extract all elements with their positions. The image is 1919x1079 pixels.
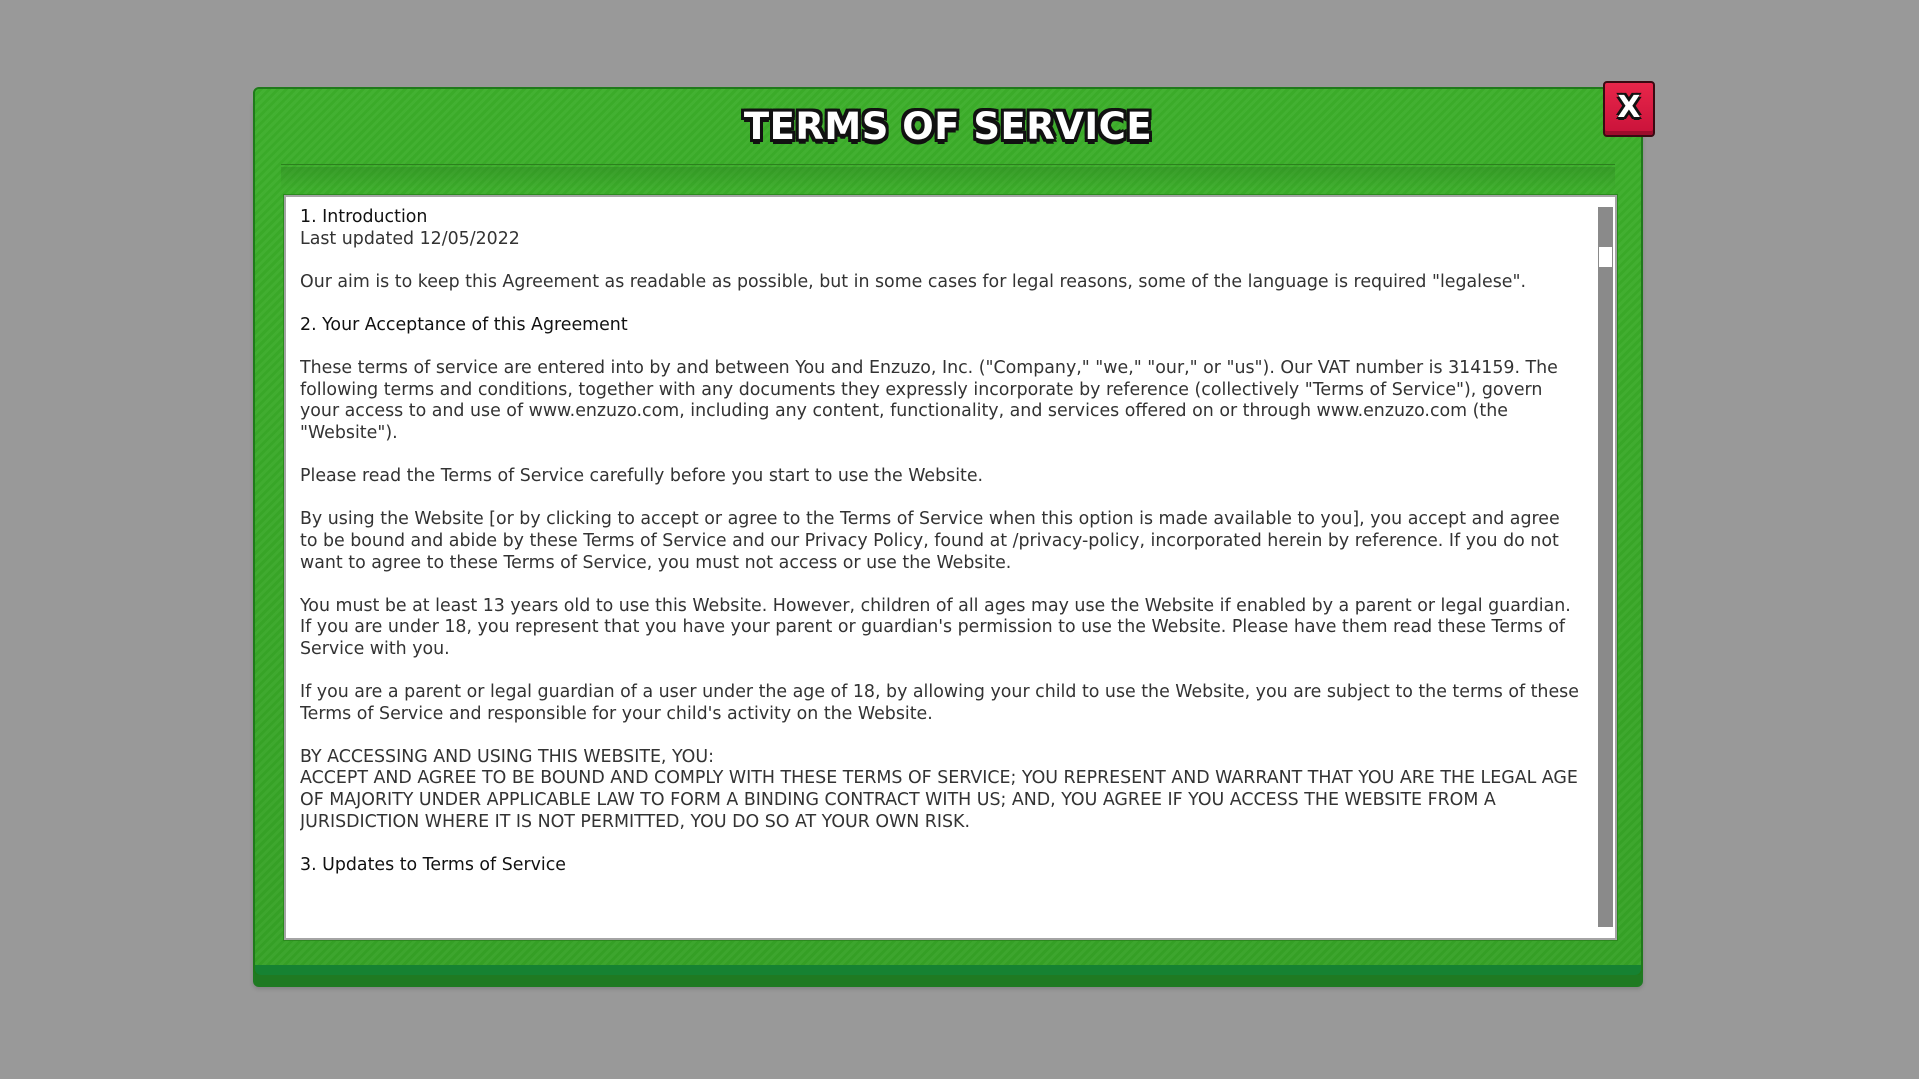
terms-entered-paragraph: These terms of service are entered into … <box>300 358 1558 443</box>
age-requirement-paragraph: You must be at least 13 years old to use… <box>300 595 1571 659</box>
read-carefully-paragraph: Please read the Terms of Service careful… <box>300 466 984 487</box>
terms-content-panel: 1. Introduction Last updated 12/05/2022 … <box>284 195 1617 940</box>
close-button[interactable]: X <box>1603 81 1655 137</box>
header-divider <box>281 164 1615 165</box>
section-heading-acceptance: 2. Your Acceptance of this Agreement <box>300 314 628 335</box>
last-updated-text: Last updated 12/05/2022 <box>300 228 520 249</box>
scrollbar-track[interactable] <box>1598 207 1613 927</box>
terms-dialog: TERMS OF SERVICE 1. Introduction Last up… <box>253 87 1643 975</box>
parent-guardian-paragraph: If you are a parent or legal guardian of… <box>300 682 1579 724</box>
section-heading-introduction: 1. Introduction <box>300 207 428 227</box>
caps-agreement-paragraph: ACCEPT AND AGREE TO BE BOUND AND COMPLY … <box>300 768 1578 832</box>
scrollbar-thumb[interactable] <box>1599 247 1612 267</box>
caps-heading-line: BY ACCESSING AND USING THIS WEBSITE, YOU… <box>300 746 714 767</box>
dialog-title: TERMS OF SERVICE <box>743 105 1153 148</box>
terms-text-area[interactable]: 1. Introduction Last updated 12/05/2022 … <box>300 207 1580 927</box>
intro-paragraph: Our aim is to keep this Agreement as rea… <box>300 271 1526 292</box>
close-icon: X <box>1617 89 1641 125</box>
header-shadow <box>281 167 1615 189</box>
by-using-paragraph: By using the Website [or by clicking to … <box>300 509 1560 573</box>
section-heading-updates: 3. Updates to Terms of Service <box>300 854 566 875</box>
